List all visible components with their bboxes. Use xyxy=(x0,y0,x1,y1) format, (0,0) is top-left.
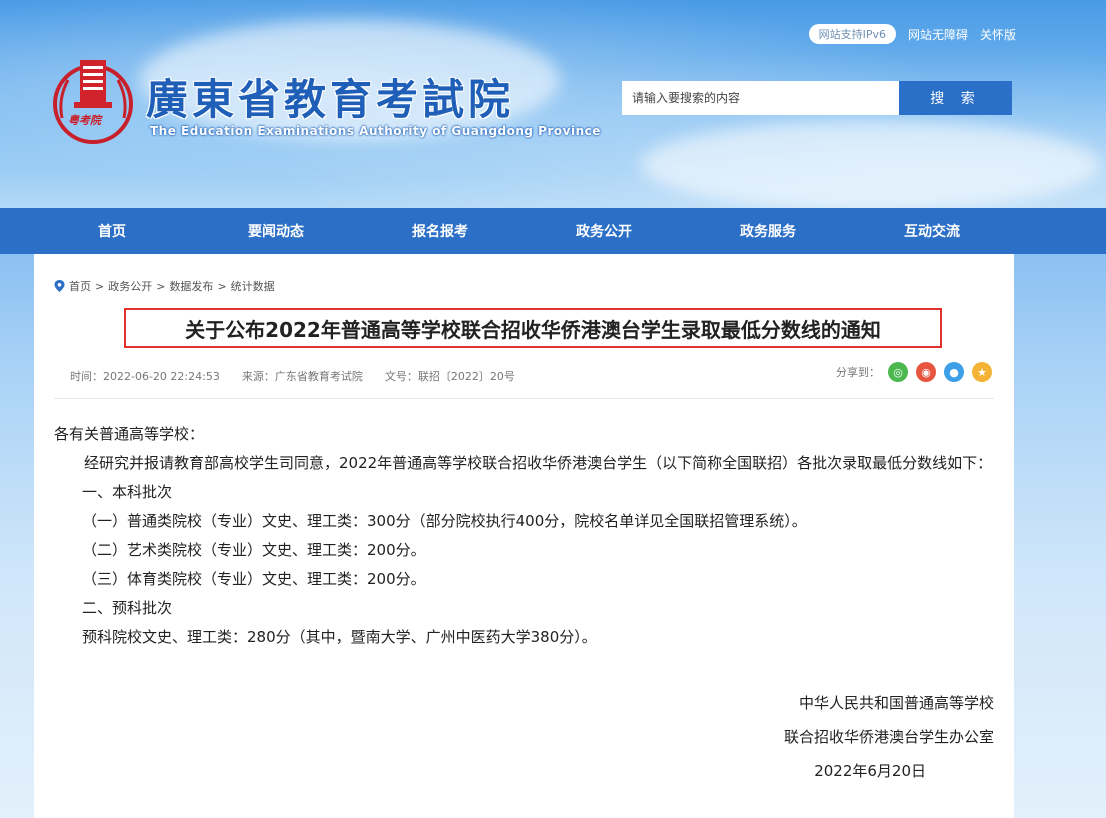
publish-time: 时间：2022-06-20 22:24:53 xyxy=(70,370,220,383)
qq-share-icon[interactable]: ● xyxy=(944,362,964,382)
nav-item-registration[interactable]: 报名报考 xyxy=(358,221,522,241)
qzone-share-icon[interactable]: ★ xyxy=(972,362,992,382)
site-subtitle: The Education Examinations Authority of … xyxy=(150,124,601,138)
list-item: （一）普通类院校（专业）文史、理工类：300分（部分院校执行400分，院校名单详… xyxy=(82,512,807,530)
site-header: 粤考院 廣東省教育考試院 The Education Examinations … xyxy=(0,0,1106,210)
header-cloud xyxy=(640,120,1100,210)
divider xyxy=(54,398,994,399)
document-number: 文号：联招〔2022〕20号 xyxy=(384,370,515,383)
search-button[interactable]: 搜 索 xyxy=(899,81,1012,115)
section-heading: 一、本科批次 xyxy=(82,483,173,501)
salutation: 各有关普通高等学校： xyxy=(54,425,205,443)
nav-item-services[interactable]: 政务服务 xyxy=(686,221,850,241)
breadcrumb-data-release[interactable]: 数据发布 xyxy=(169,278,213,294)
article-title: 关于公布2022年普通高等学校联合招收华侨港澳台学生录取最低分数线的通知 xyxy=(185,317,881,342)
signature-date: 2022年6月20日 xyxy=(814,762,926,780)
signature-line: 中华人民共和国普通高等学校 xyxy=(798,694,994,712)
list-item: （二）艺术类院校（专业）文史、理工类：200分。 xyxy=(82,541,426,559)
nav-item-home[interactable]: 首页 xyxy=(30,221,194,241)
article-meta: 时间：2022-06-20 22:24:53 来源：广东省教育考试院 文号：联招… xyxy=(70,368,515,384)
list-item: 预科院校文史、理工类：280分（其中，暨南大学、广州中医药大学380分）。 xyxy=(82,628,597,646)
article-panel: 首页 > 政务公开 > 数据发布 > 统计数据 关于公布2022年普通高等学校联… xyxy=(34,254,1014,818)
top-links: 网站支持IPv6 网站无障碍 关怀版 xyxy=(808,24,1016,44)
breadcrumb-separator: > xyxy=(156,279,166,293)
logo-text: 粤考院 xyxy=(68,114,101,127)
accessibility-link[interactable]: 网站无障碍 xyxy=(908,26,968,43)
nav-item-news[interactable]: 要闻动态 xyxy=(194,221,358,241)
article-source: 来源：广东省教育考试院 xyxy=(241,370,363,383)
breadcrumb-separator: > xyxy=(95,279,105,293)
weibo-share-icon[interactable]: ◉ xyxy=(916,362,936,382)
search-bar: 搜 索 xyxy=(622,81,1012,115)
share-label: 分享到： xyxy=(836,366,880,379)
search-input[interactable] xyxy=(622,81,899,115)
share-bar: 分享到： ◎ ◉ ● ★ xyxy=(836,362,992,382)
breadcrumb-statistics[interactable]: 统计数据 xyxy=(231,278,275,294)
site-title: 廣東省教育考試院 xyxy=(146,75,515,124)
list-item: （三）体育类院校（专业）文史、理工类：200分。 xyxy=(82,570,426,588)
breadcrumb-public-affairs[interactable]: 政务公开 xyxy=(108,278,152,294)
site-logo xyxy=(53,60,133,144)
nav-item-interaction[interactable]: 互动交流 xyxy=(850,221,1014,241)
signature-block: 中华人民共和国普通高等学校 联合招收华侨港澳台学生办公室 2022年6月20日 xyxy=(784,686,994,788)
location-pin-icon xyxy=(54,280,65,292)
intro-paragraph: 经研究并报请教育部高校学生司同意，2022年普通高等学校联合招收华侨港澳台学生（… xyxy=(84,454,993,472)
main-nav: 首页 要闻动态 报名报考 政务公开 政务服务 互动交流 xyxy=(0,208,1106,254)
ipv6-badge: 网站支持IPv6 xyxy=(808,24,896,44)
wechat-share-icon[interactable]: ◎ xyxy=(888,362,908,382)
breadcrumb-home[interactable]: 首页 xyxy=(69,278,91,294)
breadcrumb-separator: > xyxy=(217,279,227,293)
care-mode-link[interactable]: 关怀版 xyxy=(980,26,1016,43)
signature-line: 联合招收华侨港澳台学生办公室 xyxy=(783,728,994,746)
article-title-box: 关于公布2022年普通高等学校联合招收华侨港澳台学生录取最低分数线的通知 xyxy=(124,308,942,348)
section-heading: 二、预科批次 xyxy=(82,599,173,617)
breadcrumb: 首页 > 政务公开 > 数据发布 > 统计数据 xyxy=(54,278,275,294)
nav-item-public-affairs[interactable]: 政务公开 xyxy=(522,221,686,241)
article-body: 各有关普通高等学校： 经研究并报请教育部高校学生司同意，2022年普通高等学校联… xyxy=(54,420,999,652)
